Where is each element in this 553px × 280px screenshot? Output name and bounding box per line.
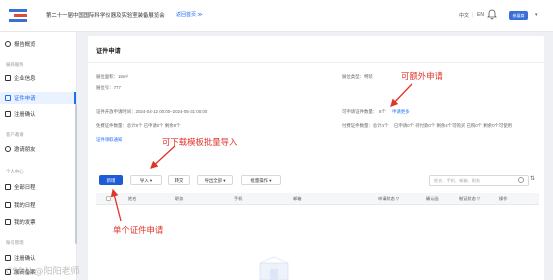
- lang-zh[interactable]: 中文: [459, 12, 469, 19]
- filter-icon[interactable]: ⇅: [530, 175, 535, 182]
- sidebar-item-label: 报告概览: [14, 42, 36, 48]
- bell-icon[interactable]: [486, 8, 498, 20]
- page-title: 证件申请: [96, 48, 121, 55]
- notice-link[interactable]: 证件领取通知: [96, 137, 122, 143]
- sidebar-item-badge[interactable]: 证件申请: [5, 94, 36, 102]
- apply-time: 证件开放申请时间：2024-04-12 00:00–2024-05-31 00:…: [96, 109, 208, 114]
- search-input[interactable]: 姓名、手机、邮箱、职务: [429, 175, 529, 186]
- top-bar: 第二十一届中国国际科学仪器及实验室装备展览会 返回首页 ≫ 中文 | EN 参展…: [0, 0, 553, 32]
- booth-type: 展位类型：特装: [342, 74, 373, 79]
- col-email: 邮箱: [293, 196, 302, 201]
- sidebar: 报告概览 展商服务 企业信息 证件申请 注册确认 客户邀请 邀请朋友 个人中心 …: [0, 32, 77, 280]
- register-icon: [5, 255, 11, 261]
- sidebar-item-all-schedule[interactable]: 全部日程: [5, 183, 36, 191]
- return-home-link[interactable]: 返回首页 ≫: [176, 11, 203, 18]
- free-badge-stats: 免费证件数量：总计8个 已申请0个 剩余8个: [96, 123, 181, 128]
- sidebar-group-account: 账号管理: [6, 240, 24, 245]
- calendar-icon: [5, 202, 11, 208]
- booth-area: 展位面积：18m²: [96, 74, 128, 79]
- report-icon: [5, 41, 11, 47]
- booth-number: 展位号：777: [96, 85, 121, 90]
- import-button[interactable]: 导入 ▾: [130, 175, 162, 185]
- sidebar-group-personal: 个人中心: [6, 169, 24, 174]
- col-apply-status[interactable]: 申请状态 ▽: [378, 196, 399, 202]
- col-actions: 操作: [499, 196, 508, 201]
- transfer-button[interactable]: 转交: [168, 175, 190, 185]
- badge-icon: [5, 95, 11, 101]
- sidebar-item-label: 注册确认: [14, 112, 36, 118]
- new-button[interactable]: 新增: [99, 175, 123, 185]
- col-title: 职务: [175, 196, 184, 201]
- invoice-icon: [5, 219, 11, 225]
- col-confirm-letter: 确认函: [426, 196, 439, 201]
- col-print-status[interactable]: 制证状态 ▽: [459, 196, 480, 202]
- table-header: 姓名 职务 手机 邮箱 申请状态 ▽ 确认函 制证状态 ▽ 操作: [96, 193, 539, 205]
- annotation-import: 可下载模板批量导入: [162, 137, 238, 147]
- sidebar-item-label: 全部日程: [14, 185, 36, 191]
- sidebar-item-label: 邀请朋友: [14, 147, 36, 153]
- app-title: 第二十一届中国国际科学仪器及实验室装备展览会: [46, 13, 165, 19]
- lang-separator: |: [472, 12, 474, 18]
- lang-en[interactable]: EN: [477, 12, 484, 18]
- col-name: 姓名: [128, 196, 137, 201]
- sidebar-item-label: 证件申请: [14, 96, 36, 102]
- sidebar-item-label: 注册确认: [14, 256, 36, 262]
- col-phone: 手机: [234, 196, 243, 201]
- sidebar-item-label: 我的发票: [14, 220, 36, 226]
- sidebar-item-register[interactable]: 注册确认: [5, 110, 36, 118]
- annotation-apply-more: 可额外申请: [401, 71, 443, 81]
- register-icon: [5, 111, 11, 117]
- sidebar-item-company[interactable]: 企业信息: [5, 74, 36, 82]
- paid-badge-stats: 付费证件数量：总计4个: [342, 123, 389, 128]
- export-button[interactable]: 导出全部 ▾: [197, 175, 233, 185]
- company-icon: [5, 75, 11, 81]
- apply-quota-label: 可申请证件数量：: [342, 109, 378, 114]
- watermark: CSDN @阳阳老师: [6, 267, 80, 277]
- chevron-down-icon[interactable]: ▾: [535, 12, 538, 18]
- sidebar-item-label: 企业信息: [14, 76, 36, 82]
- sidebar-item-register-2[interactable]: 注册确认: [5, 254, 36, 262]
- search-icon[interactable]: [518, 177, 524, 183]
- badge-table-panel: 新增 导入 ▾ 转交 导出全部 ▾ 批量操作 ▾ 姓名、手机、邮箱、职务 ⇅ 姓…: [88, 161, 544, 280]
- sidebar-item-my-schedule[interactable]: 我的日程: [5, 201, 36, 209]
- empty-state-illustration: [259, 256, 289, 280]
- sidebar-group-invite: 客户邀请: [6, 132, 24, 137]
- annotation-single: 单个证件申请: [113, 225, 164, 235]
- paid-badge-status: 已申请0个 待付款0个 剩余4个可购买 已购0个 剩余0个可使用: [394, 123, 513, 128]
- sidebar-item-report[interactable]: 报告概览: [5, 40, 36, 48]
- batch-button[interactable]: 批量操作 ▾: [241, 175, 281, 185]
- select-all-checkbox[interactable]: [106, 196, 111, 201]
- sidebar-item-label: 我的日程: [14, 203, 36, 209]
- sidebar-group-exhibitor: 展商服务: [6, 62, 24, 67]
- apply-quota-value: 8个: [379, 109, 386, 114]
- logo-icon: [9, 9, 27, 23]
- sidebar-item-invite[interactable]: 邀请朋友: [5, 145, 36, 153]
- divider: [88, 62, 544, 63]
- invite-icon: [5, 146, 11, 152]
- sidebar-scrollbar[interactable]: [75, 104, 77, 244]
- sidebar-item-invoice[interactable]: 我的发票: [5, 218, 36, 226]
- schedule-icon: [5, 184, 11, 190]
- apply-more-link[interactable]: 申请更多: [392, 109, 410, 115]
- user-badge[interactable]: 参展商: [509, 11, 528, 20]
